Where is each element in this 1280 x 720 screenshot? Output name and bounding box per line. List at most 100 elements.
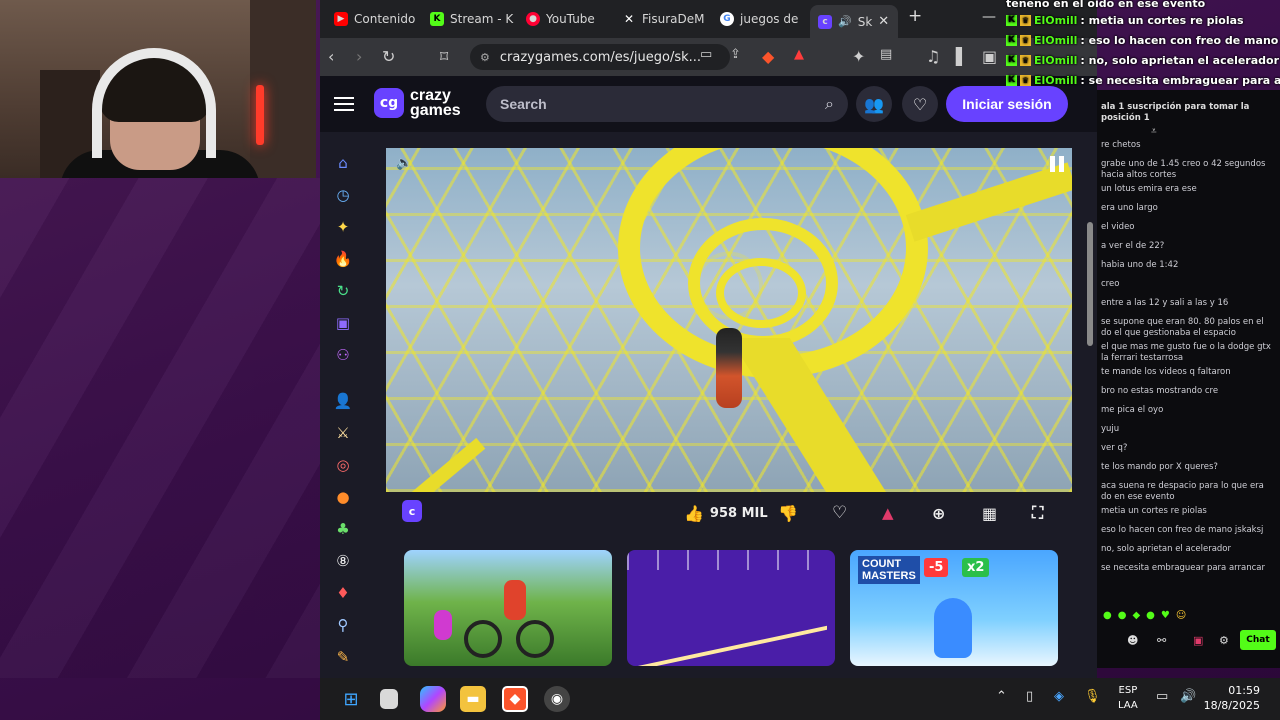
tab-bar: ▶ Contenido K Stream - K ● YouTube ✕ Fis…	[320, 0, 1097, 38]
trending-icon[interactable]: 🔥	[332, 248, 354, 270]
recent-icon[interactable]: ◷	[332, 184, 354, 206]
sound-icon[interactable]: 🔈	[396, 156, 412, 171]
volume-icon[interactable]: 🔊	[1180, 689, 1196, 704]
casual-icon[interactable]: ♣	[332, 518, 354, 540]
tab-youtube[interactable]: ● YouTube	[518, 5, 612, 33]
tab-crazygames-active[interactable]: c 🔊 Sk ✕	[810, 5, 898, 38]
pause-icon[interactable]	[1050, 156, 1064, 172]
cast-icon[interactable]: ▭	[700, 47, 712, 62]
sidebar-icon[interactable]: ▌	[956, 47, 968, 66]
chat-input-row: ☻ ⚯ ▣ ⚙ Chat	[1097, 628, 1280, 654]
login-button[interactable]: Iniciar sesión	[946, 86, 1068, 122]
close-icon[interactable]: ✕	[878, 14, 889, 29]
wallet-icon[interactable]: ▣	[982, 47, 997, 66]
emoji-icon[interactable]: ☻	[1127, 634, 1138, 647]
driving-icon[interactable]: ✎	[332, 646, 354, 668]
reader-icon[interactable]: ▤	[880, 47, 892, 62]
brave-shield-icon[interactable]: ◆	[762, 47, 774, 66]
microphone-icon[interactable]: 🎙	[1084, 689, 1101, 704]
action-icon[interactable]: ⚔	[332, 422, 354, 444]
favorites-button[interactable]: ♡	[902, 86, 938, 122]
media-icon[interactable]: ♫	[926, 47, 940, 66]
embed-icon[interactable]: ⊕	[932, 502, 945, 524]
obs-icon[interactable]: ◉	[544, 686, 570, 712]
updated-icon[interactable]: ↻	[332, 280, 354, 302]
input-language[interactable]: ESP LAA	[1118, 683, 1138, 713]
adventure-icon[interactable]: ◎	[332, 454, 354, 476]
count-masters-title: COUNT MASTERS	[858, 556, 920, 584]
emote-icon[interactable]: ◆	[1132, 610, 1140, 621]
username: ElOmill	[1034, 53, 1078, 67]
search-icon[interactable]: ⌕	[825, 94, 834, 114]
google-icon: G	[720, 12, 734, 26]
tab-contenido[interactable]: ▶ Contenido	[326, 5, 422, 33]
task-view-icon[interactable]	[380, 689, 398, 709]
link-icon[interactable]: ⚯	[1157, 634, 1166, 647]
fullscreen-icon[interactable]: ⛶	[1032, 502, 1043, 524]
battery-icon[interactable]: ▯	[1026, 689, 1033, 704]
gift-icon[interactable]: ▣	[1193, 634, 1203, 647]
heart-icon[interactable]: ♡	[832, 502, 847, 524]
file-explorer-icon[interactable]: ▬	[460, 686, 486, 712]
game-thumbnail-bikes[interactable]	[404, 550, 612, 666]
title-line1: COUNT	[862, 558, 902, 570]
emote-icon[interactable]: ☺	[1176, 610, 1186, 621]
windows-start-icon[interactable]: ⊞	[338, 686, 364, 712]
system-clock[interactable]: 01:59 18/8/2025	[1204, 683, 1260, 713]
crazygames-logo[interactable]: cg crazy games	[374, 88, 461, 119]
billiards-icon[interactable]: ⑧	[332, 550, 354, 572]
emote-icon[interactable]: ●	[1118, 610, 1127, 621]
crown-icon: ♛	[1020, 74, 1031, 86]
qr-icon[interactable]: ▦	[982, 502, 997, 524]
network-icon[interactable]: ▭	[1156, 689, 1168, 704]
game-thumbnail-geometry[interactable]	[627, 550, 835, 666]
browser-window: ▶ Contenido K Stream - K ● YouTube ✕ Fis…	[320, 0, 1097, 678]
address-bar[interactable]: ⚙ crazygames.com/es/juego/sk...	[470, 44, 730, 70]
originals-icon[interactable]: ▣	[332, 312, 354, 334]
overlay-message: K ♛ ElOmill : se necesita embraguear par…	[1006, 71, 1280, 89]
extensions-icon[interactable]: ✦	[852, 47, 865, 66]
forward-icon[interactable]: ›	[356, 47, 362, 66]
emote-icon[interactable]: ●	[1103, 610, 1112, 621]
multiplayer-icon[interactable]: ⚇	[332, 344, 354, 366]
brave-rewards-icon[interactable]: ▲	[794, 47, 804, 62]
game-thumbnail-count-masters[interactable]: COUNT MASTERS -5 x2	[850, 550, 1058, 666]
hamburger-menu-icon[interactable]	[334, 93, 354, 113]
blue-runner	[934, 598, 972, 658]
chat-send-button[interactable]: Chat	[1240, 630, 1276, 650]
emote-icon[interactable]: ♥	[1161, 610, 1170, 621]
site-settings-icon[interactable]: ⚙	[480, 51, 490, 64]
emote-icon[interactable]: ●	[1146, 610, 1155, 621]
page-scrollbar[interactable]	[1087, 222, 1093, 346]
settings-icon[interactable]: ⚙	[1219, 634, 1229, 647]
chat-message: yuju	[1101, 424, 1120, 434]
controller-icon[interactable]: ⚲	[332, 614, 354, 636]
basketball-icon[interactable]: ●	[332, 486, 354, 508]
brave-browser-icon[interactable]: ◆	[502, 686, 528, 712]
thumbs-down-icon[interactable]: 👎	[778, 502, 798, 524]
show-hidden-icons[interactable]: ⌃	[996, 689, 1007, 704]
bookmark-icon[interactable]: ⌑	[440, 47, 448, 66]
game-canvas[interactable]: 🔈	[386, 148, 1072, 492]
reload-icon[interactable]: ↻	[382, 47, 395, 66]
defender-icon[interactable]: ◈	[1054, 689, 1064, 704]
home-icon[interactable]: ⌂	[332, 152, 354, 174]
two-player-icon[interactable]: 👤	[332, 390, 354, 412]
filter-icon[interactable]: ⩡	[1151, 126, 1157, 137]
cards-icon[interactable]: ♦	[332, 582, 354, 604]
search-input[interactable]	[500, 96, 780, 112]
copilot-icon[interactable]	[420, 686, 446, 712]
new-icon[interactable]: ✦	[332, 216, 354, 238]
chat-message: se supone que eran 80. 80 palos en el do…	[1101, 317, 1264, 338]
like-count: 958 MIL	[709, 505, 768, 521]
new-tab-button[interactable]: +	[908, 6, 922, 26]
tab-x[interactable]: ✕ FisuraDeM	[614, 5, 710, 33]
tab-stream-kick[interactable]: K Stream - K	[422, 5, 516, 33]
report-icon[interactable]: ▲	[882, 502, 894, 524]
minimize-icon[interactable]: —	[982, 9, 996, 25]
like-button[interactable]: 👍 958 MIL	[684, 502, 768, 524]
back-icon[interactable]: ‹	[328, 47, 334, 66]
tab-google[interactable]: G juegos de	[712, 5, 808, 33]
friends-button[interactable]: 👥	[856, 86, 892, 122]
share-icon[interactable]: ⇪	[730, 47, 741, 62]
